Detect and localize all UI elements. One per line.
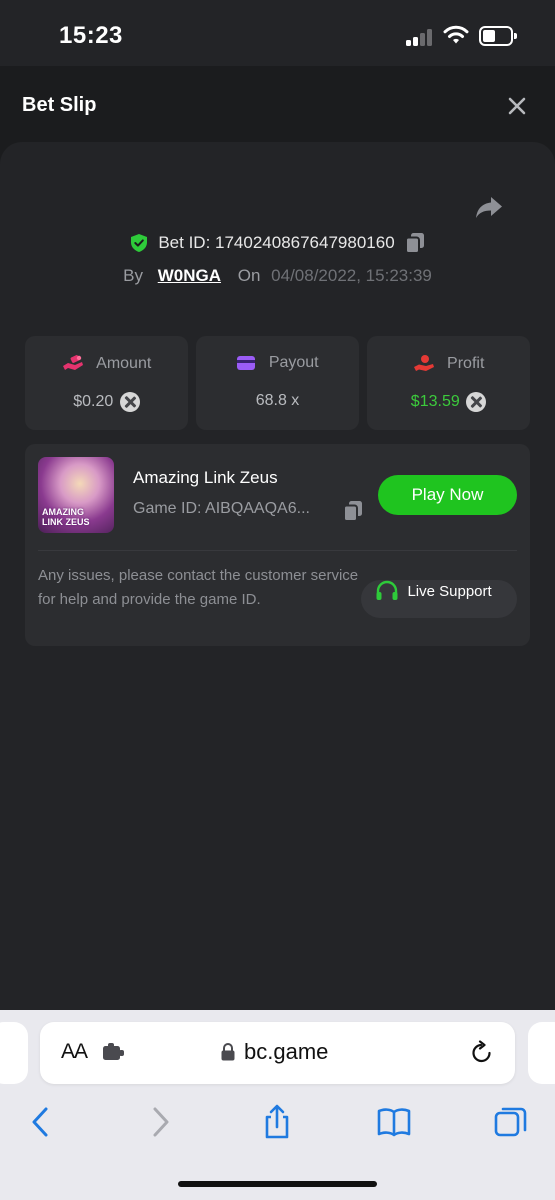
play-now-button[interactable]: Play Now: [378, 475, 517, 515]
payout-card: Payout 68.8 x: [196, 336, 359, 430]
headset-icon: [376, 580, 398, 600]
profit-card: Profit $13.59: [367, 336, 530, 430]
share-icon[interactable]: [474, 194, 504, 222]
currency-coin-icon: [119, 392, 140, 412]
bet-slip-header: Bet Slip: [0, 66, 555, 142]
amount-card: Amount $0.20: [25, 336, 188, 430]
live-support-label: Live Support: [407, 582, 492, 600]
close-icon[interactable]: [503, 92, 531, 120]
lock-icon: [221, 1043, 235, 1061]
text-size-button[interactable]: AA: [61, 1040, 88, 1064]
profit-label: Profit: [447, 355, 485, 372]
divider: [38, 550, 517, 551]
amount-value: $0.20: [73, 393, 114, 410]
url-text: bc.game: [244, 1039, 329, 1064]
copy-bet-id-icon[interactable]: [405, 232, 425, 254]
bet-author-row: By W0NGA On 04/08/2022, 15:23:39: [0, 266, 555, 290]
game-thumbnail-text: AMAZING LINK ZEUS: [42, 507, 90, 527]
verified-shield-icon: [130, 234, 147, 252]
payout-label: Payout: [268, 354, 319, 371]
amount-label: Amount: [96, 355, 152, 372]
page-title: Bet Slip: [22, 94, 97, 116]
profit-value: $13.59: [410, 393, 460, 410]
previous-tab-preview[interactable]: [0, 1022, 28, 1084]
payout-value: 68.8 x: [255, 392, 300, 409]
on-label: On: [237, 266, 261, 285]
game-thumbnail[interactable]: AMAZING LINK ZEUS: [38, 457, 114, 533]
copy-game-id-icon[interactable]: [343, 500, 363, 522]
bet-id: Bet ID: 1740240867647980160: [158, 233, 395, 252]
bet-stats: Amount $0.20 Payout 68.8 x Profit $13.59: [25, 336, 530, 430]
bet-id-row: Bet ID: 1740240867647980160: [0, 232, 555, 258]
by-label: By: [123, 266, 143, 285]
wallet-card-icon: [237, 356, 256, 370]
username-link[interactable]: W0NGA: [158, 266, 221, 285]
tabs-icon[interactable]: [493, 1104, 529, 1140]
wifi-icon: [443, 25, 469, 44]
bet-date: 04/08/2022, 15:23:39: [271, 266, 432, 285]
hand-money-icon: [413, 355, 434, 371]
status-time: 15:23: [59, 22, 123, 49]
reload-icon[interactable]: [470, 1040, 494, 1066]
home-indicator: [178, 1181, 377, 1187]
game-title: Amazing Link Zeus: [133, 468, 278, 487]
bookmarks-icon[interactable]: [376, 1104, 412, 1140]
live-support-button[interactable]: Live Support: [361, 580, 517, 618]
share-sheet-icon[interactable]: [259, 1104, 295, 1140]
extension-icon[interactable]: [102, 1042, 126, 1064]
battery-icon: [479, 26, 517, 46]
address-bar[interactable]: AA bc.game: [40, 1022, 515, 1084]
currency-coin-icon: [466, 392, 487, 412]
hand-coins-icon: [62, 355, 83, 370]
help-text: Any issues, please contact the customer …: [38, 567, 359, 608]
next-tab-preview[interactable]: [528, 1022, 555, 1084]
back-icon[interactable]: [24, 1104, 60, 1140]
forward-icon[interactable]: [143, 1104, 179, 1140]
game-id: Game ID: AIBQAAQA6...: [133, 500, 310, 517]
status-bar: 15:23: [0, 0, 555, 66]
cellular-signal-icon: [406, 28, 434, 46]
game-card: AMAZING LINK ZEUS Amazing Link Zeus Game…: [25, 444, 530, 646]
